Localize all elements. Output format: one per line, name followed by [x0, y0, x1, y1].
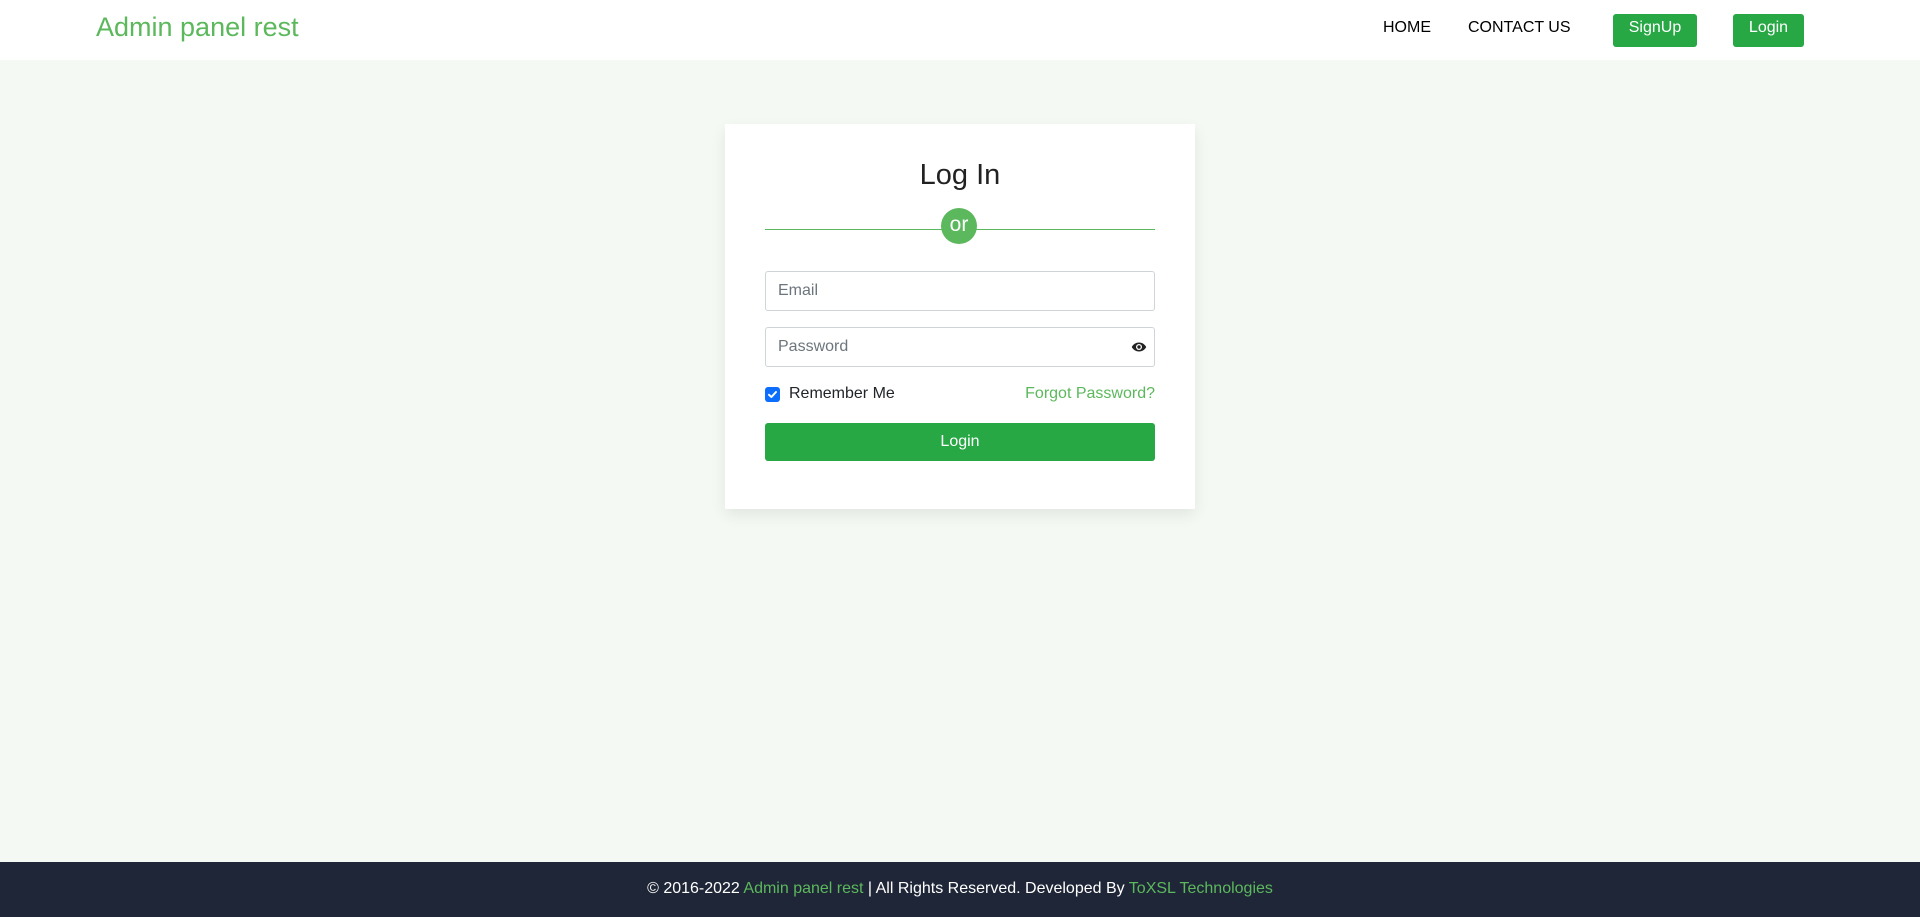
login-submit-button[interactable]: Login	[765, 423, 1155, 461]
nav-login-button[interactable]: Login	[1733, 14, 1804, 47]
eye-icon[interactable]	[1131, 340, 1147, 354]
login-card: Log In or Remember Me Forgot Password? L…	[725, 124, 1195, 509]
footer-developer-link[interactable]: ToXSL Technologies	[1129, 880, 1273, 897]
email-input[interactable]	[765, 271, 1155, 311]
remember-me-label[interactable]: Remember Me	[789, 384, 895, 404]
or-divider-badge: or	[941, 208, 977, 244]
login-title: Log In	[919, 159, 1001, 191]
brand-logo-link[interactable]: Admin panel rest	[96, 10, 299, 44]
signup-button[interactable]: SignUp	[1613, 14, 1697, 47]
remember-me-row: Remember Me	[765, 384, 895, 404]
checkmark-icon	[768, 390, 777, 398]
footer-brand-link[interactable]: Admin panel rest	[743, 880, 863, 897]
footer-rights-text: | All Rights Reserved. Developed By	[867, 880, 1125, 897]
nav-contact-link[interactable]: CONTACT US	[1468, 19, 1571, 37]
top-navbar: Admin panel rest HOME CONTACT US SignUp …	[0, 0, 1920, 60]
password-input[interactable]	[765, 327, 1155, 367]
remember-me-checkbox[interactable]	[765, 386, 780, 402]
nav-home-link[interactable]: HOME	[1383, 19, 1431, 37]
forgot-password-link[interactable]: Forgot Password?	[1025, 384, 1155, 404]
footer: © 2016-2022 Admin panel rest | All Right…	[0, 862, 1920, 917]
page: Admin panel rest HOME CONTACT US SignUp …	[0, 0, 1920, 917]
footer-copyright: © 2016-2022	[647, 880, 740, 897]
